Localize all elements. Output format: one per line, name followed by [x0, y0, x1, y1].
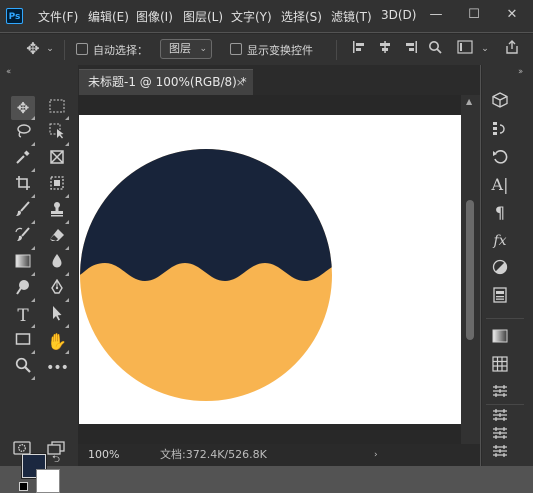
- right-panel-dock: ›› A| ¶ fx: [481, 65, 533, 466]
- layers-icon[interactable]: [490, 407, 510, 427]
- chevron-down-icon[interactable]: ⌄: [479, 40, 491, 58]
- scroll-up-icon[interactable]: ▲: [466, 97, 472, 106]
- crop-tool[interactable]: [11, 174, 35, 198]
- document-canvas[interactable]: [79, 115, 461, 424]
- minimize-button[interactable]: —: [421, 0, 451, 30]
- chevron-down-icon[interactable]: ⌄: [44, 40, 56, 58]
- navy-wave-half: [80, 149, 332, 281]
- object-select-tool[interactable]: [45, 122, 69, 146]
- workspace-icon[interactable]: [456, 40, 474, 58]
- paths-icon[interactable]: [490, 443, 510, 463]
- path-select-tool[interactable]: [45, 304, 69, 328]
- menu-file[interactable]: 文件(F): [38, 8, 78, 25]
- gradient-tool[interactable]: [11, 252, 35, 276]
- collapse-icon[interactable]: ‹‹: [6, 67, 11, 77]
- artwork: [80, 149, 332, 401]
- canvas-workspace[interactable]: [78, 95, 461, 444]
- gradients-icon[interactable]: [490, 328, 510, 348]
- properties-icon[interactable]: [490, 287, 510, 307]
- stamp-tool[interactable]: [45, 200, 69, 224]
- patch-tool[interactable]: [45, 174, 69, 198]
- collapse-icon[interactable]: ››: [518, 67, 523, 77]
- tools-panel: ‹‹ ✥ T ✋ ••• ⮌: [0, 65, 78, 493]
- menu-edit[interactable]: 编辑(E): [88, 8, 129, 25]
- default-colors-icon[interactable]: [19, 482, 28, 491]
- history-brush-tool[interactable]: [11, 226, 35, 250]
- auto-select-label: 自动选择：: [93, 44, 148, 57]
- show-transform-label: 显示变换控件: [247, 44, 313, 57]
- menu-bar: Ps 文件(F) 编辑(E) 图像(I) 图层(L) 文字(Y) 选择(S) 滤…: [0, 0, 533, 32]
- swatches-icon[interactable]: [490, 356, 510, 376]
- zoom-tool[interactable]: [11, 356, 35, 380]
- move-tool[interactable]: ✥: [11, 96, 35, 120]
- hand-tool[interactable]: ✋: [45, 330, 69, 354]
- menu-select[interactable]: 选择(S): [281, 8, 322, 25]
- patterns-icon[interactable]: [490, 383, 510, 403]
- show-transform-checkbox[interactable]: [230, 43, 242, 55]
- divider: [486, 318, 524, 319]
- pen-tool[interactable]: [45, 278, 69, 302]
- status-menu-arrow[interactable]: ›: [374, 444, 378, 466]
- divider: [336, 40, 337, 60]
- zoom-level[interactable]: 100%: [88, 444, 119, 466]
- shape-tool[interactable]: [11, 330, 35, 354]
- align-right-icon[interactable]: [402, 40, 420, 58]
- auto-select-dropdown[interactable]: 图层 ⌄: [160, 39, 212, 59]
- divider: [486, 404, 524, 405]
- paragraph-icon[interactable]: ¶: [490, 203, 510, 223]
- actions-icon[interactable]: [490, 148, 510, 168]
- background-color-swatch[interactable]: [36, 469, 60, 493]
- auto-select-checkbox[interactable]: [76, 43, 88, 55]
- 3d-icon[interactable]: [490, 92, 510, 112]
- menu-3d[interactable]: 3D(D): [381, 8, 416, 22]
- scrollbar-thumb[interactable]: [466, 200, 474, 340]
- status-bar: 100% 文档:372.4K/526.8K ›: [78, 444, 480, 466]
- quick-mask-icon[interactable]: [13, 441, 31, 458]
- eraser-tool[interactable]: [45, 226, 69, 250]
- vertical-scrollbar[interactable]: ▲: [461, 95, 480, 444]
- brush-tool[interactable]: [11, 200, 35, 224]
- history-icon[interactable]: [490, 120, 510, 140]
- search-icon[interactable]: [426, 40, 444, 58]
- close-button[interactable]: ✕: [497, 0, 527, 30]
- document-tab-title: 未标题-1 @ 100%(RGB/8) *: [88, 75, 247, 89]
- adjustments-icon[interactable]: [490, 259, 510, 279]
- options-bar: ✥ ⌄ 自动选择： 图层 ⌄ 显示变换控件 ⌄: [0, 33, 533, 65]
- dodge-tool[interactable]: [11, 278, 35, 302]
- photoshop-logo: Ps: [6, 8, 23, 24]
- document-tab-bar: 未标题-1 @ 100%(RGB/8) * ×: [78, 65, 480, 95]
- menu-filter[interactable]: 滤镜(T): [331, 8, 372, 25]
- document-tab[interactable]: 未标题-1 @ 100%(RGB/8) * ×: [79, 69, 253, 95]
- close-tab-icon[interactable]: ×: [236, 70, 245, 95]
- align-left-icon[interactable]: [350, 40, 368, 58]
- maximize-button[interactable]: ☐: [459, 0, 489, 30]
- move-icon[interactable]: ✥: [24, 40, 42, 58]
- align-center-icon[interactable]: [376, 40, 394, 58]
- menu-layer[interactable]: 图层(L): [183, 8, 223, 25]
- frame-tool[interactable]: [45, 148, 69, 172]
- auto-select-value: 图层: [169, 42, 191, 55]
- channels-icon[interactable]: [490, 425, 510, 445]
- screen-mode-icon[interactable]: [47, 441, 65, 458]
- document-info: 文档:372.4K/526.8K: [160, 448, 267, 461]
- character-icon[interactable]: A|: [490, 175, 510, 195]
- divider: [64, 40, 65, 60]
- more-tools-icon[interactable]: •••: [45, 356, 69, 380]
- marquee-tool[interactable]: [45, 96, 69, 120]
- blur-tool[interactable]: [45, 252, 69, 276]
- eyedropper-tool[interactable]: [11, 148, 35, 172]
- menu-type[interactable]: 文字(Y): [231, 8, 272, 25]
- lasso-tool[interactable]: [11, 122, 35, 146]
- chevron-down-icon: ⌄: [199, 44, 207, 54]
- menu-image[interactable]: 图像(I): [136, 8, 173, 25]
- share-icon[interactable]: [503, 40, 521, 58]
- type-tool[interactable]: T: [11, 304, 35, 328]
- fx-icon[interactable]: fx: [490, 231, 510, 251]
